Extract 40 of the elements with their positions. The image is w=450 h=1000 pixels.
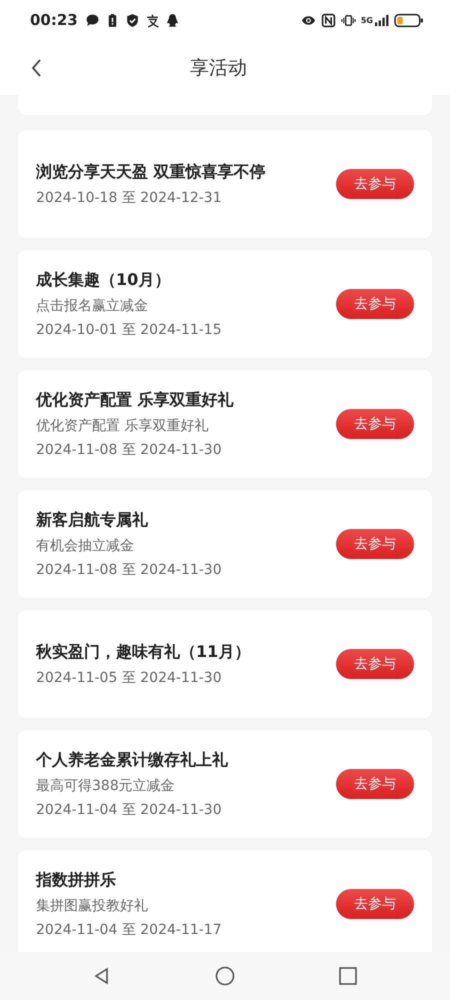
activity-title: 个人养老金累计缴存礼上礼 — [36, 750, 229, 770]
chat-bubble-icon — [84, 12, 100, 28]
home-circle-icon[interactable] — [214, 966, 235, 986]
join-button[interactable]: 去参与 — [336, 649, 414, 679]
join-button[interactable]: 去参与 — [336, 529, 414, 559]
join-button[interactable]: 去参与 — [336, 889, 414, 919]
activity-description: 最高可得388元立减金 — [36, 776, 176, 794]
activity-title: 优化资产配置 乐享双重好礼 — [36, 390, 235, 410]
nfc-icon — [320, 12, 336, 28]
join-button[interactable]: 去参与 — [336, 289, 414, 319]
back-icon[interactable] — [30, 58, 42, 78]
network-type: 5G — [360, 16, 373, 24]
activity-dates: 2024-11-08 至 2024-11-30 — [36, 560, 223, 578]
activity-dates: 2024-10-01 至 2024-11-15 — [36, 320, 223, 338]
status-time: 00:23 — [30, 11, 78, 29]
penguin-icon — [164, 12, 180, 28]
payment-app-icon — [144, 12, 160, 28]
activity-description: 集拼图赢投教好礼 — [36, 896, 149, 914]
activity-title: 新客启航专属礼 — [36, 510, 149, 530]
activity-dates: 2024-11-05 至 2024-11-30 — [36, 668, 223, 686]
activity-title: 成长集趣（10月） — [36, 270, 172, 290]
shield-check-icon — [124, 12, 140, 28]
vibrate-icon — [340, 12, 356, 28]
activity-title: 指数拼拼乐 — [36, 870, 117, 890]
activity-description: 优化资产配置 乐享双重好礼 — [36, 416, 210, 434]
activity-description: 有机会抽立减金 — [36, 536, 135, 554]
activity-dates: 2024-11-08 至 2024-11-30 — [36, 440, 223, 458]
activity-title: 浏览分享天天盈 双重惊喜享不停 — [36, 162, 267, 182]
signal-icon — [374, 12, 389, 28]
page-title: 享活动 — [190, 56, 247, 80]
join-button[interactable]: 去参与 — [336, 409, 414, 439]
battery-icon — [394, 12, 424, 28]
activity-dates: 2024-11-04 至 2024-11-30 — [36, 800, 223, 818]
activity-description: 点击报名赢立减金 — [36, 296, 149, 314]
activity-title: 秋实盈门，趣味有礼（11月） — [36, 642, 252, 662]
activity-dates: 2024-10-18 至 2024-12-31 — [36, 188, 223, 206]
join-button[interactable]: 去参与 — [336, 169, 414, 199]
join-button[interactable]: 去参与 — [336, 769, 414, 799]
activity-dates: 2024-11-04 至 2024-11-17 — [36, 920, 223, 938]
recent-apps-square-icon[interactable] — [338, 966, 358, 986]
